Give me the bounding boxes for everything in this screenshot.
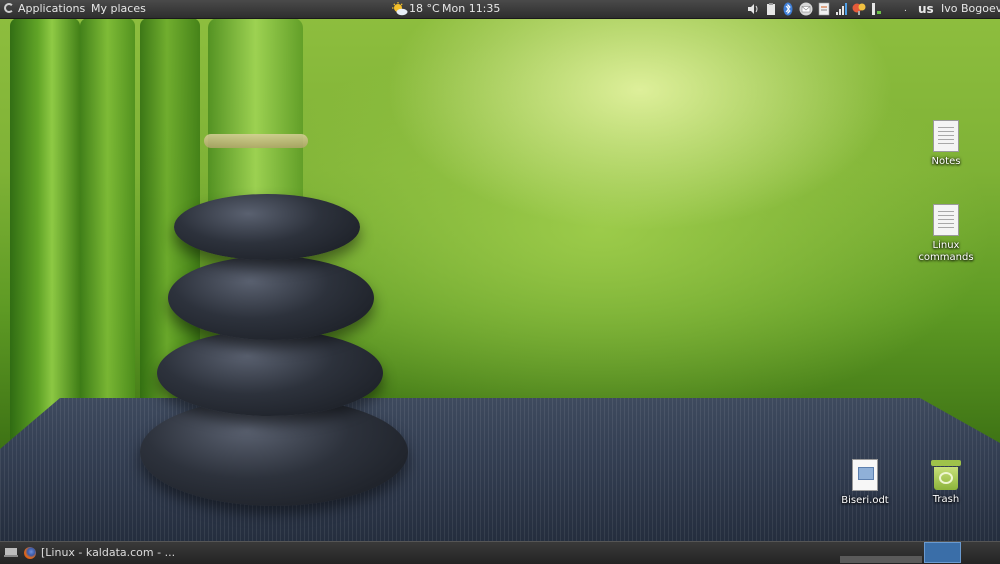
text-document-icon (933, 120, 959, 152)
keyboard-layout[interactable]: us (918, 0, 934, 18)
text-document-icon (933, 204, 959, 236)
bamboo-stalk (10, 18, 80, 458)
bluetooth-icon[interactable] (783, 2, 793, 16)
firefox-icon (24, 547, 36, 559)
bamboo-knot (204, 134, 308, 148)
workspace-switcher-active[interactable] (924, 542, 961, 563)
desktop-icon-biseri-odt[interactable]: Biseri.odt (825, 459, 905, 506)
mail-icon[interactable] (799, 2, 813, 16)
updates-icon[interactable] (852, 2, 866, 16)
bamboo-stalk (80, 18, 135, 458)
clipboard-icon[interactable] (766, 2, 776, 16)
zen-stone (168, 256, 374, 340)
battery-icon[interactable] (870, 2, 882, 16)
trash-icon (931, 460, 961, 490)
desktop-icon-trash[interactable]: Trash (906, 460, 986, 505)
taskbar-window-title: [Linux - kaldata.com - ... (41, 546, 176, 559)
top-panel: Applications My places 18 °C Mon 11:35 .… (0, 0, 1000, 19)
odt-document-icon (852, 459, 878, 491)
desktop-icon-label: Biseri.odt (841, 495, 889, 506)
desktop-icon-label: Trash (932, 494, 960, 505)
weather-sun-cloud-icon[interactable] (392, 2, 408, 16)
desktop-icon-notes[interactable]: Notes (906, 120, 986, 167)
user-menu[interactable]: Ivo Bogoev (941, 0, 1000, 18)
show-desktop-icon[interactable] (4, 547, 18, 557)
bamboo-stalk (208, 18, 303, 218)
places-menu[interactable]: My places (91, 0, 146, 18)
network-signal-icon[interactable] (835, 2, 849, 16)
desktop-icon-label: Linux commands (918, 240, 974, 263)
clock[interactable]: Mon 11:35 (442, 0, 500, 18)
weather-temperature[interactable]: 18 °C (409, 0, 440, 18)
zen-stone (157, 330, 383, 416)
zen-stone (174, 194, 360, 260)
desktop-icon-linux-commands[interactable]: Linux commands (906, 204, 986, 264)
applications-menu-icon[interactable] (4, 3, 14, 13)
applications-menu[interactable]: Applications (18, 0, 85, 18)
notes-icon[interactable] (818, 2, 830, 16)
more-indicator[interactable]: . (904, 0, 907, 18)
workspace-switcher-1[interactable] (840, 556, 922, 563)
desktop-icon-label: Notes (931, 156, 961, 167)
taskbar-window-firefox[interactable]: [Linux - kaldata.com - ... (22, 544, 182, 562)
volume-icon[interactable] (747, 2, 759, 16)
